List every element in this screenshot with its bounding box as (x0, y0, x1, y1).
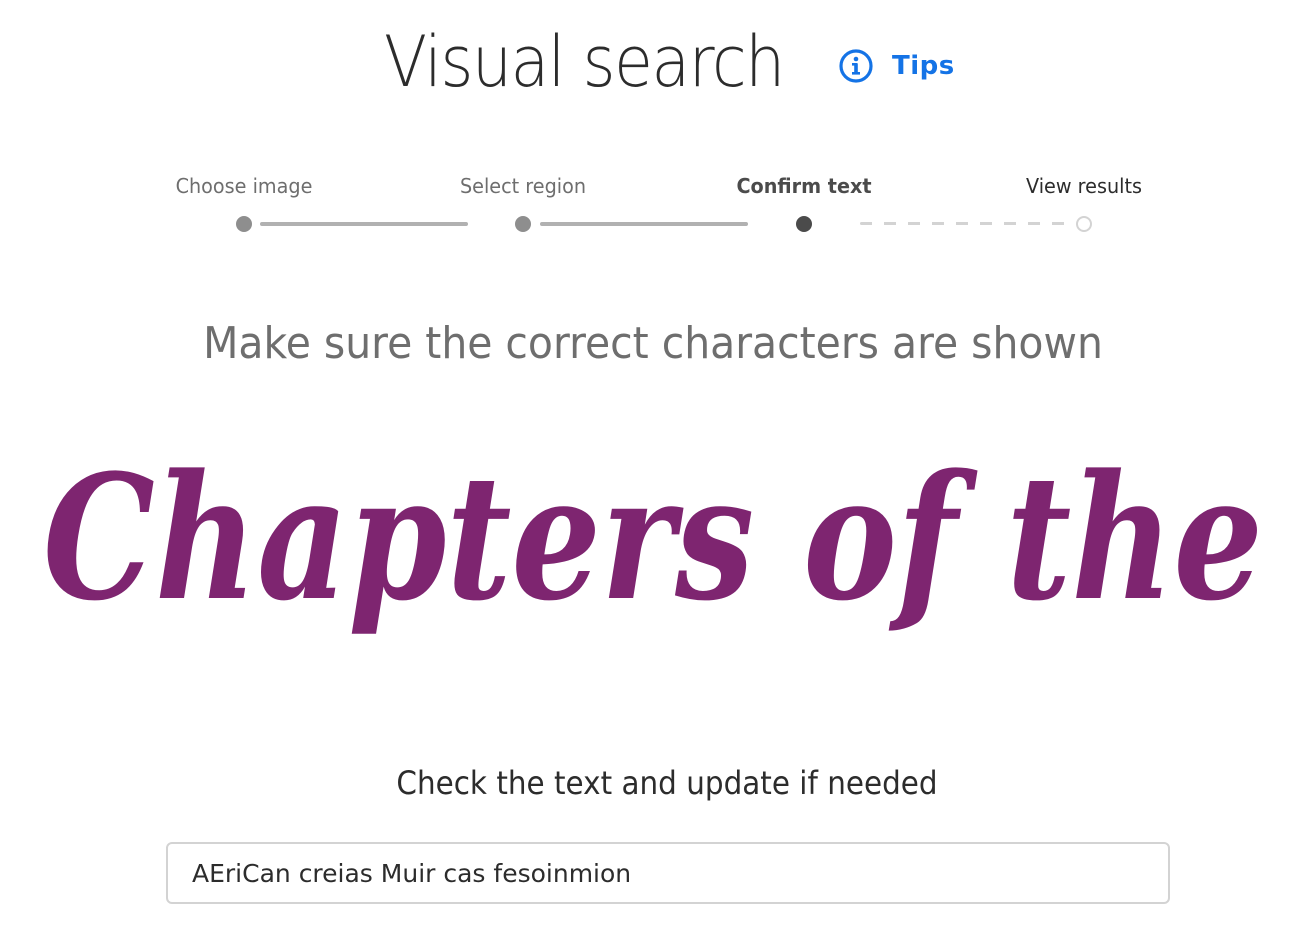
tips-link[interactable]: Tips (838, 44, 955, 88)
step-dot-confirm-text (796, 216, 812, 232)
header: Visual search Tips (0, 0, 1306, 130)
step-label-select-region: Select region (459, 174, 587, 198)
step-connector-2 (540, 222, 748, 226)
check-text-label: Check the text and update if needed (396, 764, 938, 802)
instruction-heading: Make sure the correct characters are sho… (203, 318, 1103, 369)
step-label-view-results: View results (1026, 174, 1142, 198)
info-icon (839, 49, 873, 83)
recognized-text-input[interactable] (166, 842, 1170, 904)
step-connector-3 (860, 222, 1072, 225)
step-dot-choose-image (236, 216, 252, 232)
step-dot-select-region (515, 216, 531, 232)
step-dot-view-results (1076, 216, 1092, 232)
step-label-confirm-text: Confirm text (736, 174, 872, 198)
selected-region-text: Chapters of the (43, 436, 1263, 639)
step-connector-1 (260, 222, 468, 226)
page-title: Visual search (384, 21, 785, 103)
progress-stepper: Choose image Select region Confirm text … (0, 160, 1306, 240)
tips-label: Tips (892, 51, 955, 81)
step-label-choose-image: Choose image (175, 174, 313, 198)
selected-region-image: Chapters of the (43, 436, 1263, 639)
